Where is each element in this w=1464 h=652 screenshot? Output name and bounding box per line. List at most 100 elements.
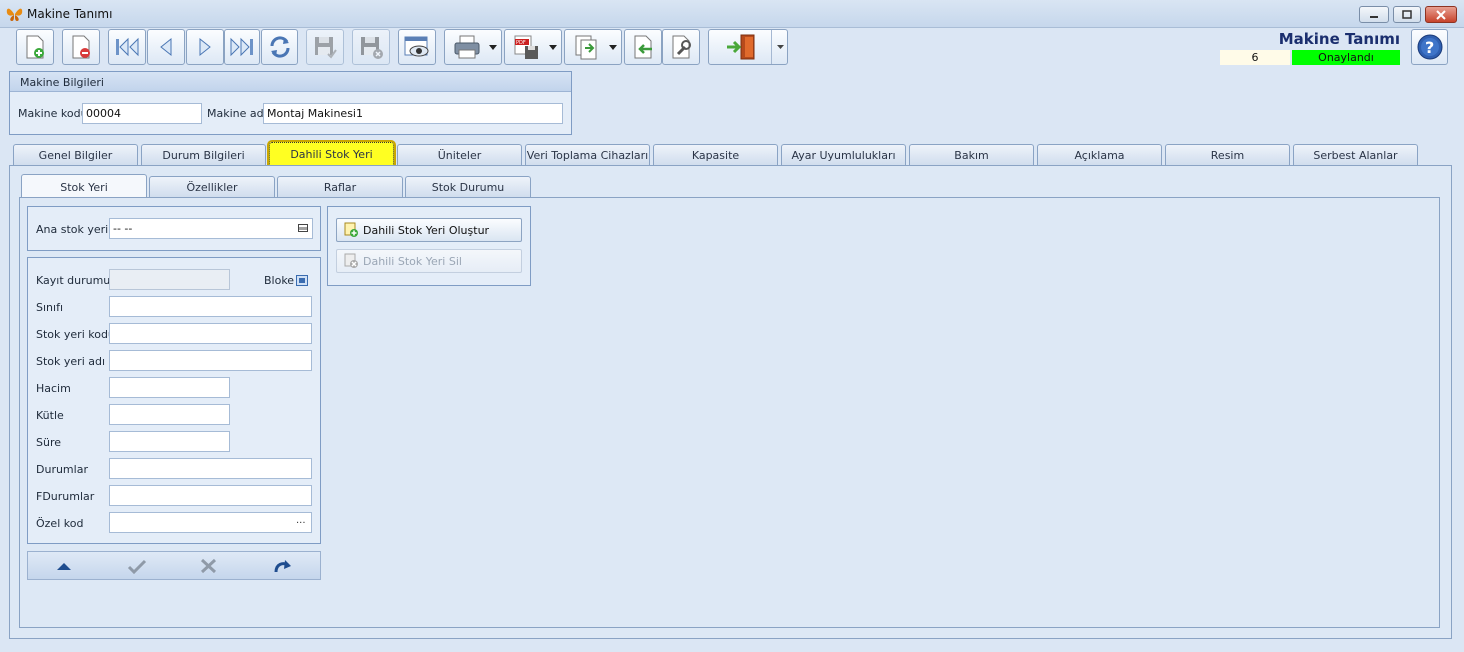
tab-dahili-stok-yeri[interactable]: Dahili Stok Yeri	[267, 140, 396, 168]
svg-text:PDF: PDF	[516, 40, 526, 46]
tab-veri-toplama[interactable]: Veri Toplama Cihazları	[525, 144, 650, 166]
tools-icon	[672, 35, 691, 59]
close-button[interactable]	[1425, 6, 1457, 23]
restore-icon	[1402, 10, 1412, 19]
volume-input[interactable]	[109, 377, 230, 398]
subtab-ozellikler[interactable]: Özellikler	[149, 176, 275, 198]
svg-text:?: ?	[1425, 38, 1434, 57]
record-navigator	[27, 551, 321, 580]
tab-ayar-uyumluluklari[interactable]: Ayar Uyumlulukları	[781, 144, 906, 166]
chevron-down-icon	[489, 45, 497, 50]
main-stock-input[interactable]	[109, 218, 313, 239]
tab-kapasite[interactable]: Kapasite	[653, 144, 778, 166]
new-record-button[interactable]	[16, 29, 54, 65]
machine-code-input[interactable]	[82, 103, 202, 124]
pdf-export-icon: PDF	[514, 35, 538, 59]
tab-bakim[interactable]: Bakım	[909, 144, 1034, 166]
mass-label: Kütle	[36, 409, 64, 422]
stock-code-input[interactable]	[109, 323, 312, 344]
form-title: Makine Tanımı	[1278, 30, 1400, 48]
minimize-icon	[1370, 15, 1378, 18]
record-status-label: Kayıt durumu	[36, 274, 111, 287]
cancel-save-button[interactable]	[352, 29, 390, 65]
exit-button[interactable]	[708, 29, 788, 65]
tab-aciklama[interactable]: Açıklama	[1037, 144, 1162, 166]
states-input[interactable]	[109, 458, 312, 479]
tab-uniteler[interactable]: Üniteler	[397, 144, 522, 166]
states-label: Durumlar	[36, 463, 88, 476]
class-label: Sınıfı	[36, 301, 63, 314]
record-number: 6	[1220, 50, 1290, 65]
export-button[interactable]	[564, 29, 622, 65]
pdf-export-button[interactable]: PDF	[504, 29, 562, 65]
fstates-label: FDurumlar	[36, 490, 95, 503]
subtab-stok-yeri[interactable]: Stok Yeri	[21, 174, 147, 199]
export-icon	[575, 35, 597, 60]
stock-name-input[interactable]	[109, 350, 312, 371]
close-icon	[1436, 9, 1446, 20]
volume-label: Hacim	[36, 382, 71, 395]
minimize-button[interactable]	[1359, 6, 1389, 23]
exit-icon	[727, 34, 755, 60]
duration-input[interactable]	[109, 431, 230, 452]
delete-stock-location-button[interactable]: Dahili Stok Yeri Sil	[336, 249, 522, 273]
duration-label: Süre	[36, 436, 62, 449]
title-bar: Makine Tanımı	[0, 0, 1464, 28]
refresh-icon	[269, 36, 290, 58]
machine-code-label: Makine kodu	[18, 107, 88, 120]
previous-record-button[interactable]	[147, 29, 185, 65]
create-stock-location-label: Dahili Stok Yeri Oluştur	[363, 223, 490, 237]
machine-name-input[interactable]	[263, 103, 563, 124]
cancel-x-icon[interactable]	[200, 558, 217, 574]
stock-details-group: Kayıt durumu Bloke Sınıfı Stok yeri kodu…	[27, 257, 321, 544]
machine-name-label: Makine adı	[207, 107, 267, 120]
save-button[interactable]	[306, 29, 344, 65]
window-title: Makine Tanımı	[27, 7, 113, 21]
delete-record-icon	[72, 35, 90, 59]
import-button[interactable]	[624, 29, 662, 65]
confirm-check-icon[interactable]	[127, 559, 147, 574]
next-record-icon	[199, 37, 211, 57]
fstates-input[interactable]	[109, 485, 312, 506]
subtab-raflar[interactable]: Raflar	[277, 176, 403, 198]
preview-button[interactable]	[398, 29, 436, 65]
record-status-input	[109, 269, 230, 290]
redo-icon[interactable]	[273, 558, 293, 574]
next-record-button[interactable]	[186, 29, 224, 65]
save-icon	[315, 37, 337, 59]
tab-genel-bilgiler[interactable]: Genel Bilgiler	[13, 144, 138, 166]
help-button[interactable]: ?	[1411, 29, 1448, 65]
cancel-save-icon	[361, 37, 383, 59]
delete-record-button[interactable]	[62, 29, 100, 65]
status-badge: Onaylandı	[1292, 50, 1400, 65]
calendar-icon[interactable]	[298, 224, 308, 232]
bloke-label: Bloke	[264, 274, 295, 287]
refresh-button[interactable]	[261, 29, 298, 65]
subtab-stok-durumu[interactable]: Stok Durumu	[405, 176, 531, 198]
tab-serbest-alanlar[interactable]: Serbest Alanlar	[1293, 144, 1418, 166]
mass-input[interactable]	[109, 404, 230, 425]
print-button[interactable]	[444, 29, 502, 65]
delete-stock-location-label: Dahili Stok Yeri Sil	[363, 254, 462, 268]
special-code-lookup-button[interactable]: ...	[296, 515, 306, 526]
previous-record-icon	[160, 37, 172, 57]
bloke-checkbox-icon[interactable]	[296, 275, 308, 286]
create-stock-location-button[interactable]: Dahili Stok Yeri Oluştur	[336, 218, 522, 242]
tab-resim[interactable]: Resim	[1165, 144, 1290, 166]
maximize-button[interactable]	[1393, 6, 1421, 23]
class-input[interactable]	[109, 296, 312, 317]
special-code-input[interactable]	[109, 512, 312, 533]
tools-button[interactable]	[662, 29, 700, 65]
main-stock-group: Ana stok yeri	[27, 206, 321, 251]
chevron-down-icon	[549, 45, 557, 50]
special-code-label: Özel kod	[36, 517, 84, 530]
machine-info-group: Makine Bilgileri Makine kodu Makine adı	[9, 71, 572, 135]
move-up-icon[interactable]	[56, 561, 72, 571]
last-record-button[interactable]	[224, 29, 260, 65]
tab-durum-bilgileri[interactable]: Durum Bilgileri	[141, 144, 266, 166]
first-record-button[interactable]	[108, 29, 146, 65]
actions-group: Dahili Stok Yeri Oluştur Dahili Stok Yer…	[327, 206, 531, 286]
preview-icon	[404, 36, 429, 57]
help-icon: ?	[1417, 34, 1442, 60]
chevron-down-icon	[777, 45, 784, 49]
